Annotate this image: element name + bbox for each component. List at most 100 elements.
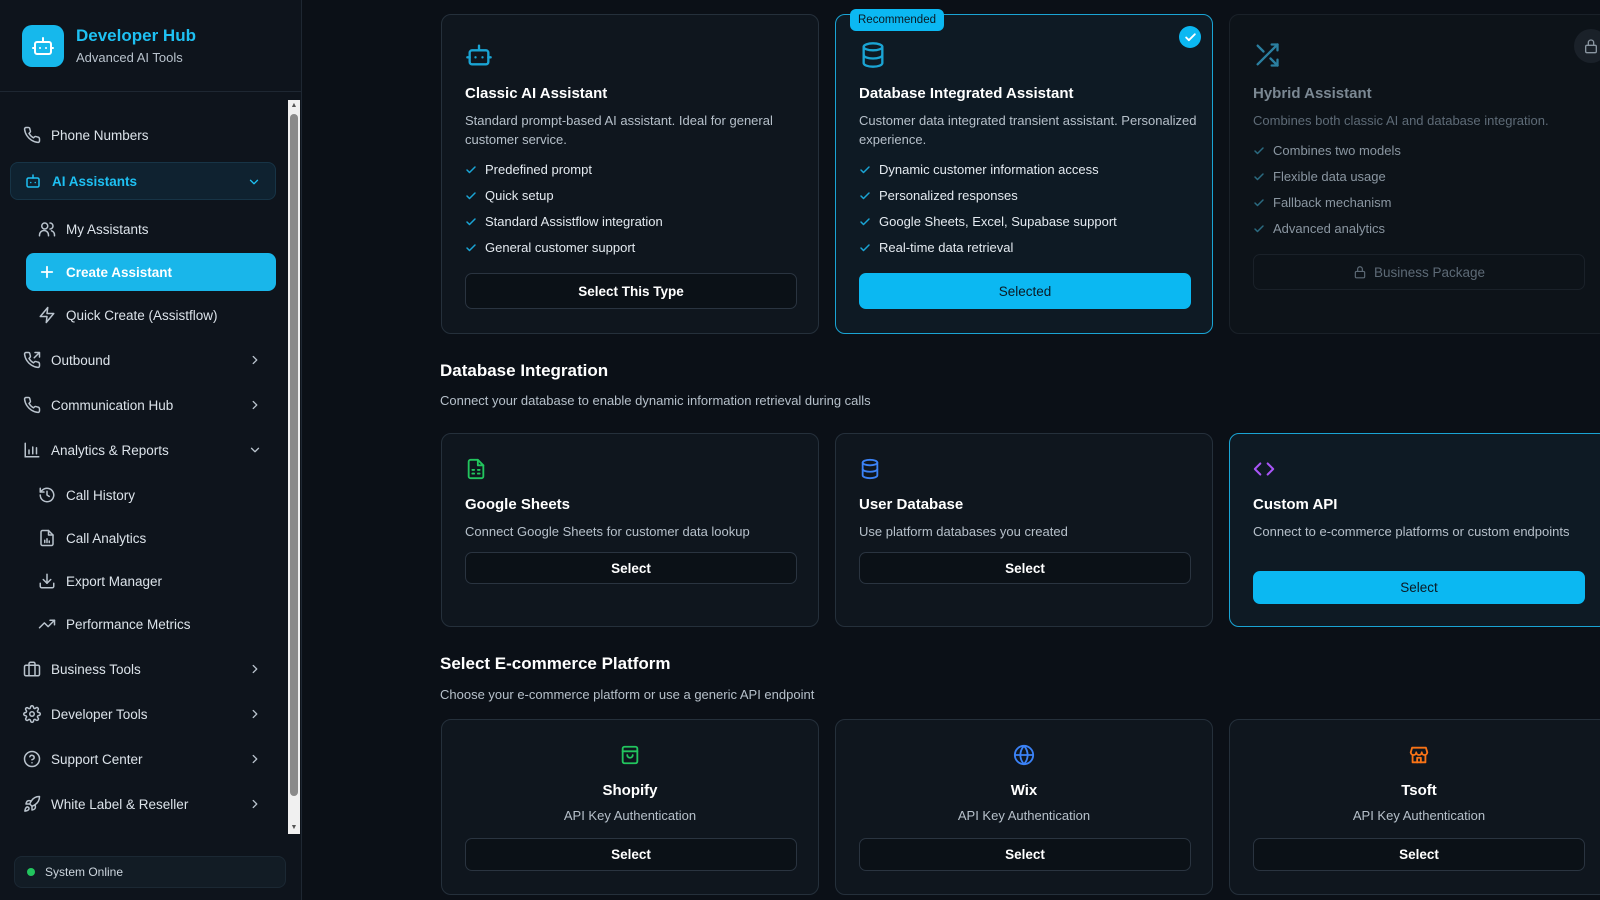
trend-icon xyxy=(38,619,56,629)
database-option-user-database[interactable]: User Database Use platform databases you… xyxy=(835,433,1213,627)
shuffle-icon xyxy=(1256,43,1279,67)
chevron-right-icon xyxy=(252,754,258,764)
chevron-right-icon xyxy=(252,664,258,674)
card-description: Customer data integrated transient assis… xyxy=(859,113,1197,147)
check-icon xyxy=(860,217,870,225)
sidebar-item-call-analytics[interactable]: Call Analytics xyxy=(26,519,276,557)
sidebar-item-outbound[interactable]: Outbound xyxy=(10,341,276,379)
select-wix-button[interactable]: Select xyxy=(859,838,1191,871)
feature-item: Dynamic customer information access xyxy=(859,162,1099,177)
feature-item: Quick setup xyxy=(465,188,554,203)
chevron-right-icon xyxy=(252,799,258,809)
select-user-database-button[interactable]: Select xyxy=(859,552,1191,584)
sidebar-item-label: Call History xyxy=(66,487,136,503)
card-description: Connect to e-commerce platforms or custo… xyxy=(1253,524,1570,539)
sidebar-item-communication-hub[interactable]: Communication Hub xyxy=(10,386,276,424)
sidebar-item-label: My Assistants xyxy=(66,221,149,237)
lock-icon xyxy=(1354,266,1366,279)
code-icon xyxy=(1253,462,1275,476)
select-shopify-button[interactable]: Select xyxy=(465,838,797,871)
scroll-down-arrow-icon[interactable]: ▼ xyxy=(290,824,298,832)
card-description: Connect Google Sheets for customer data … xyxy=(465,524,750,539)
feature-item: Flexible data usage xyxy=(1253,169,1386,184)
assistant-type-card-hybrid[interactable]: Hybrid Assistant Combines both classic A… xyxy=(1229,14,1600,334)
sidebar-item-analytics-reports[interactable]: Analytics & Reports xyxy=(10,431,276,469)
recommended-badge: Recommended xyxy=(850,9,944,31)
button-label: Business Package xyxy=(1373,264,1486,280)
scroll-up-arrow-icon[interactable]: ▲ xyxy=(290,102,298,110)
check-icon xyxy=(860,165,870,173)
platform-auth: API Key Authentication xyxy=(957,808,1091,823)
status-dot-icon xyxy=(27,868,35,876)
sidebar-item-my-assistants[interactable]: My Assistants xyxy=(26,210,276,248)
assistant-type-card-classic[interactable]: Classic AI Assistant Standard prompt-bas… xyxy=(441,14,819,334)
plus-icon xyxy=(40,265,54,279)
feature-item: Advanced analytics xyxy=(1253,221,1385,236)
select-tsoft-button[interactable]: Select xyxy=(1253,838,1585,871)
platform-name: Shopify xyxy=(602,782,658,799)
database-section-subtitle: Connect your database to enable dynamic … xyxy=(440,393,871,408)
feature-item: Real-time data retrieval xyxy=(859,240,1013,255)
scrollbar-thumb[interactable] xyxy=(290,114,298,796)
database-option-custom-api[interactable]: Custom API Connect to e-commerce platfor… xyxy=(1229,433,1600,627)
assistant-type-card-database[interactable]: Recommended Database Integrated Assistan… xyxy=(835,9,1213,334)
brand-subtitle: Advanced AI Tools xyxy=(76,50,183,65)
feature-text: Predefined prompt xyxy=(485,162,592,177)
brand[interactable]: Developer Hub Advanced AI Tools xyxy=(0,0,301,92)
sidebar-item-business-tools[interactable]: Business Tools xyxy=(10,650,276,688)
sidebar-item-label: White Label & Reseller xyxy=(51,796,189,812)
sidebar-item-label: Business Tools xyxy=(51,661,141,677)
card-description: Standard prompt-based AI assistant. Idea… xyxy=(465,113,773,147)
sidebar-item-label: Phone Numbers xyxy=(51,127,149,143)
sidebar-item-export-manager[interactable]: Export Manager xyxy=(26,562,276,600)
select-classic-button[interactable]: Select This Type xyxy=(465,273,797,309)
check-icon xyxy=(1254,172,1264,180)
feature-text: Real-time data retrieval xyxy=(879,240,1014,255)
card-description: Combines both classic AI and database in… xyxy=(1253,113,1549,128)
selected-check-icon xyxy=(1179,26,1201,48)
check-icon xyxy=(466,165,476,173)
select-google-sheets-button[interactable]: Select xyxy=(465,552,797,584)
sidebar-item-white-label[interactable]: White Label & Reseller xyxy=(10,785,276,823)
feature-text: General customer support xyxy=(485,240,636,255)
ecommerce-platform-shopify[interactable]: Shopify API Key Authentication Select xyxy=(441,719,819,895)
ecommerce-platform-wix[interactable]: Wix API Key Authentication Select xyxy=(835,719,1213,895)
sidebar-item-phone-numbers[interactable]: Phone Numbers xyxy=(10,116,276,154)
platform-auth: API Key Authentication xyxy=(563,808,697,823)
feature-item: Personalized responses xyxy=(859,188,1018,203)
ecommerce-section-subtitle: Choose your e-commerce platform or use a… xyxy=(440,687,815,702)
system-status: System Online xyxy=(14,856,286,888)
sidebar-scrollbar[interactable]: ▲ ▼ xyxy=(288,100,300,834)
briefcase-icon xyxy=(23,661,41,677)
sidebar-item-label: Support Center xyxy=(51,751,143,767)
chevron-right-icon xyxy=(252,355,258,365)
sidebar-item-support-center[interactable]: Support Center xyxy=(10,740,276,778)
sidebar-item-ai-assistants[interactable]: AI Assistants xyxy=(10,162,276,200)
card-title: User Database xyxy=(859,496,964,513)
database-option-google-sheets[interactable]: Google Sheets Connect Google Sheets for … xyxy=(441,433,819,627)
ecommerce-platform-tsoft[interactable]: Tsoft API Key Authentication Select xyxy=(1229,719,1600,895)
select-custom-api-button[interactable]: Select xyxy=(1253,571,1585,604)
check-icon xyxy=(1254,146,1264,154)
sidebar-item-create-assistant[interactable]: Create Assistant xyxy=(26,253,276,291)
feature-text: Fallback mechanism xyxy=(1273,195,1392,210)
card-title: Custom API xyxy=(1253,496,1338,513)
card-title: Classic AI Assistant xyxy=(465,85,608,102)
feature-item: Google Sheets, Excel, Supabase support xyxy=(859,214,1117,229)
check-icon xyxy=(860,243,870,251)
feature-text: Google Sheets, Excel, Supabase support xyxy=(879,214,1117,229)
sidebar-item-developer-tools[interactable]: Developer Tools xyxy=(10,695,276,733)
feature-item: Standard Assistflow integration xyxy=(465,214,663,229)
feature-item: General customer support xyxy=(465,240,635,255)
selected-database-button[interactable]: Selected xyxy=(859,273,1191,309)
business-package-button[interactable]: Business Package xyxy=(1253,254,1585,290)
sidebar-item-quick-create[interactable]: Quick Create (Assistflow) xyxy=(26,296,276,334)
sidebar-item-label: Call Analytics xyxy=(66,530,147,546)
sidebar-item-performance-metrics[interactable]: Performance Metrics xyxy=(26,605,276,643)
phone-icon xyxy=(23,126,41,144)
database-icon xyxy=(861,458,879,480)
feature-text: Advanced analytics xyxy=(1273,221,1386,236)
sidebar-item-call-history[interactable]: Call History xyxy=(26,476,276,514)
sidebar-item-label: Analytics & Reports xyxy=(51,442,169,458)
card-title: Hybrid Assistant xyxy=(1253,85,1372,102)
